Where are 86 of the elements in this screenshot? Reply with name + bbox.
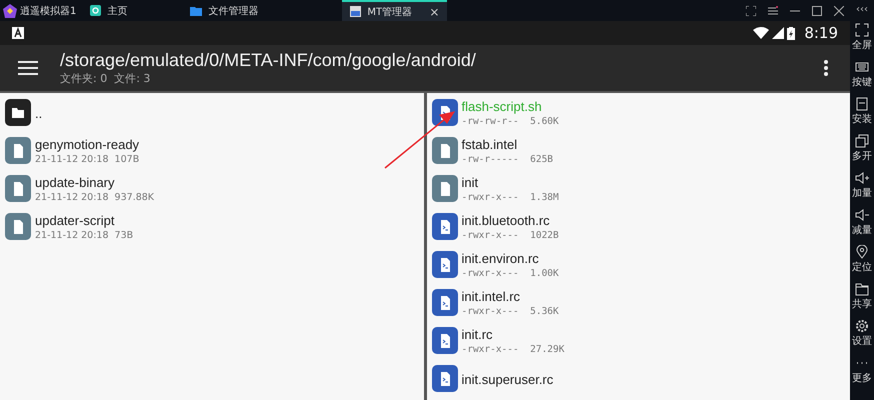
side-toolbar-button[interactable]: 共享: [852, 282, 872, 311]
file-icon: [5, 213, 31, 241]
fullscreen-icon: [855, 23, 869, 37]
script-file-icon: [432, 365, 458, 393]
battery-icon: [787, 26, 796, 40]
file-name: init.superuser.rc: [462, 372, 554, 386]
file-icon: [5, 137, 31, 165]
file-details: -rw-r----- 625B: [462, 154, 554, 165]
side-toolbar-button[interactable]: 减量: [852, 208, 872, 237]
keyboard-indicator-icon: [12, 27, 24, 39]
file-details: -rwxr-x--- 5.36K: [462, 306, 559, 317]
file-list-item[interactable]: fstab.intel -rw-r----- 625B: [432, 132, 850, 170]
file-list-item[interactable]: genymotion-ready 21-11-12 20:18 107B: [5, 132, 424, 170]
app-name: 逍遥模拟器1: [20, 4, 76, 18]
file-name: init.bluetooth.rc: [462, 213, 551, 228]
windows-icon: [855, 134, 869, 148]
side-toolbar-button[interactable]: 加量: [852, 171, 872, 200]
file-details: 21-11-12 20:18 937.88K: [35, 192, 154, 203]
file-list-item[interactable]: init.intel.rc -rwxr-x--- 5.36K: [432, 284, 850, 322]
speaker-icon: [855, 171, 869, 185]
emulator-tab[interactable]: 文件管理器: [182, 0, 342, 21]
script-file-icon: [432, 251, 458, 279]
file-list-item[interactable]: init.bluetooth.rc -rwxr-x--- 1022B: [432, 208, 850, 246]
file-name: updater-script: [35, 213, 116, 228]
file-icon: [432, 175, 458, 203]
maximize-icon[interactable]: [812, 6, 822, 16]
app-logo-icon: [3, 4, 17, 18]
file-name: update-binary: [35, 175, 116, 190]
file-list-item[interactable]: init.rc -rwxr-x--- 27.29K: [432, 322, 850, 360]
side-toolbar-button[interactable]: 按键: [852, 60, 872, 89]
current-path: /storage/emulated/0/META-INF/com/google/android/: [60, 50, 477, 71]
folder-icon: [855, 282, 869, 296]
side-toolbar-button[interactable]: 多开: [852, 134, 872, 163]
emulator-tab[interactable]: 主页: [82, 0, 182, 21]
signal-icon: [772, 27, 784, 39]
annotation-arrow: [384, 111, 455, 169]
collapse-sidebar-button[interactable]: ‹‹‹: [856, 4, 868, 15]
file-name: ..: [35, 106, 42, 120]
file-list-item[interactable]: init -rwxr-x--- 1.38M: [432, 170, 850, 208]
apk-icon: [855, 97, 869, 111]
folder-file-count: 文件夹: 0 文件: 3: [60, 71, 152, 86]
side-toolbar-button[interactable]: 定位: [852, 245, 872, 274]
emulator-tab[interactable]: MT管理器 ×: [342, 0, 448, 21]
settings-icon: [855, 319, 869, 333]
script-file-icon: [432, 289, 458, 317]
folder-icon: [5, 99, 31, 127]
file-list-item[interactable]: update-binary 21-11-12 20:18 937.88K: [5, 170, 424, 208]
file-list-item[interactable]: init.superuser.rc: [432, 360, 850, 398]
file-details: -rwxr-x--- 1.38M: [462, 192, 559, 203]
script-file-icon: [432, 327, 458, 355]
file-list-item[interactable]: updater-script 21-11-12 20:18 73B: [5, 208, 424, 246]
file-name: genymotion-ready: [35, 137, 140, 152]
folder-icon: [190, 6, 202, 16]
more-options-icon[interactable]: [824, 60, 828, 76]
file-name: init.rc: [462, 327, 494, 342]
location-pin-icon: [855, 245, 869, 259]
file-details: -rwxr-x--- 1.00K: [462, 268, 559, 279]
file-details: 21-11-12 20:18 107B: [35, 154, 140, 165]
side-toolbar-button[interactable]: 安装: [852, 97, 872, 126]
clock-time: 8:19: [804, 24, 838, 42]
screenshot-icon[interactable]: [746, 6, 756, 16]
script-file-icon: [432, 213, 458, 241]
file-list-item[interactable]: init.environ.rc -rwxr-x--- 1.00K: [432, 246, 850, 284]
close-icon[interactable]: [834, 6, 844, 16]
file-name: fstab.intel: [462, 137, 518, 152]
file-name: init.intel.rc: [462, 289, 522, 304]
file-name: init.environ.rc: [462, 251, 540, 266]
file-details: -rwxr-x--- 1022B: [462, 230, 559, 241]
close-tab-button[interactable]: ×: [429, 4, 440, 18]
file-name: flash-script.sh: [462, 99, 543, 114]
home-icon: [90, 5, 102, 16]
file-details: 21-11-12 20:18 73B: [35, 230, 134, 241]
file-list-item[interactable]: ..: [5, 94, 424, 132]
keyboard-icon: [855, 60, 869, 74]
file-icon: [5, 175, 31, 203]
speaker-icon: [855, 208, 869, 222]
side-toolbar-button[interactable]: 更多: [852, 356, 872, 385]
file-icon: [432, 137, 458, 165]
side-toolbar-button[interactable]: 全屏: [852, 23, 872, 52]
app-icon: [350, 6, 362, 17]
menu-icon[interactable]: [768, 6, 778, 16]
side-toolbar-button[interactable]: 设置: [852, 319, 872, 348]
file-name: init: [462, 175, 480, 190]
file-details: -rwxr-x--- 27.29K: [462, 344, 564, 355]
file-details: -rw-rw-r-- 5.60K: [462, 116, 559, 127]
wifi-icon: [753, 27, 770, 39]
